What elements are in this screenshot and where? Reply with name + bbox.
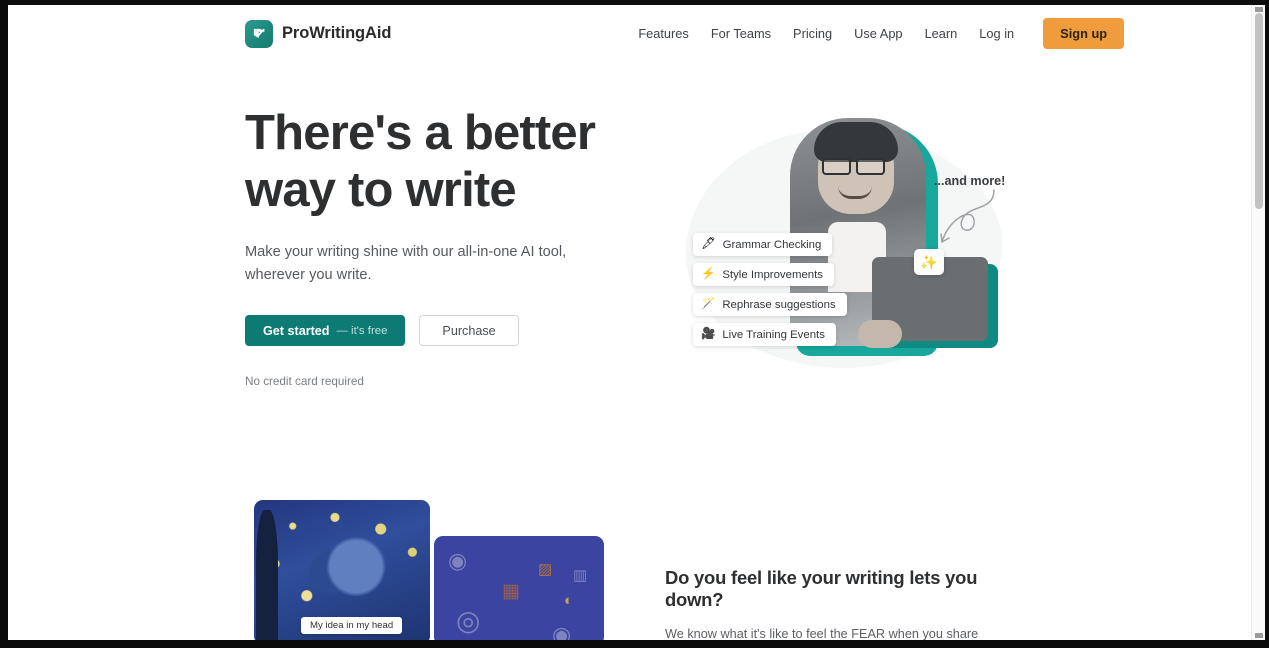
video-camera-icon: 🎥 xyxy=(701,327,716,340)
doodle-shape-icon: ◐ xyxy=(564,592,574,609)
and-more-callout: ...and more! xyxy=(934,174,1006,188)
hero-illustration: ✨ ...and more! 🖋 Grammar Checking ⚡ Styl… xyxy=(668,102,1028,402)
doodle-shape-icon: ▥ xyxy=(573,567,588,584)
blue-doodle-card: ◉ ▨ ▥ ▦ ◐ ◎ ◉ xyxy=(434,536,604,640)
nav-link-pricing[interactable]: Pricing xyxy=(782,20,843,47)
doodle-spiral-icon: ◎ xyxy=(456,605,481,636)
no-credit-card-note: No credit card required xyxy=(245,375,364,388)
scrollbar-thumb[interactable] xyxy=(1255,13,1263,209)
brand-name: ProWritingAid xyxy=(282,24,392,42)
browser-window-frame: ProWritingAid Features For Teams Pricing… xyxy=(0,0,1269,648)
feature-pill-grammar-checking: 🖋 Grammar Checking xyxy=(693,233,833,256)
magic-wand-icon: 🪄 xyxy=(701,297,716,310)
feature-pill-list: 🖋 Grammar Checking ⚡ Style Improvements … xyxy=(693,233,847,346)
glasses-lens-right xyxy=(856,158,885,175)
illustration-hand xyxy=(858,320,902,348)
get-started-button[interactable]: Get started — it's free xyxy=(245,315,406,346)
lower-section-body: We know what it's like to feel the FEAR … xyxy=(665,627,979,640)
doodle-spiral-icon: ◉ xyxy=(448,548,468,573)
vertical-scrollbar[interactable] xyxy=(1251,5,1265,640)
illustration-hair xyxy=(814,122,898,162)
nav-link-use-app[interactable]: Use App xyxy=(843,20,913,47)
lightning-bolt-icon: ⚡ xyxy=(701,267,716,280)
hero-title: There's a better way to write xyxy=(245,106,596,217)
curved-arrow-icon xyxy=(940,189,995,243)
nav-link-learn[interactable]: Learn xyxy=(914,20,969,47)
doodle-spiral-icon: ◉ xyxy=(552,622,572,640)
doodle-shape-icon: ▨ xyxy=(538,561,553,578)
feature-pill-style-improvements: ⚡ Style Improvements xyxy=(693,263,834,286)
nav-link-features[interactable]: Features xyxy=(627,20,700,47)
feature-pill-label: Grammar Checking xyxy=(722,238,822,251)
sign-up-button[interactable]: Sign up xyxy=(1043,18,1125,49)
writing-lets-you-down-section: ◉ ▨ ▥ ▦ ◐ ◎ ◉ My idea in my head Do you … xyxy=(8,442,1247,640)
feature-pill-rephrase-suggestions: 🪄 Rephrase suggestions xyxy=(693,293,847,316)
get-started-note: — it's free xyxy=(336,324,388,337)
page-content: ProWritingAid Features For Teams Pricing… xyxy=(8,5,1261,640)
glasses-icon xyxy=(822,158,890,175)
main-navigation: Features For Teams Pricing Use App Learn… xyxy=(627,18,1125,49)
feature-pill-label: Style Improvements xyxy=(722,268,823,281)
idea-in-my-head-label: My idea in my head xyxy=(301,617,403,634)
window-bottom-edge xyxy=(0,640,1269,648)
window-right-edge xyxy=(1265,0,1269,648)
lower-section-title: Do you feel like your writing lets you d… xyxy=(665,567,978,610)
hero-cta-row: Get started — it's free Purchase xyxy=(245,315,625,346)
brand-logo[interactable]: ProWritingAid xyxy=(245,19,392,48)
feature-pill-label: Live Training Events xyxy=(722,328,825,341)
nav-link-log-in[interactable]: Log in xyxy=(968,20,1025,47)
hero-copy: There's a better way to write Make your … xyxy=(245,105,625,388)
purchase-button[interactable]: Purchase xyxy=(419,315,519,346)
get-started-label: Get started xyxy=(263,323,330,338)
hero-subtitle: Make your writing shine with our all-in-… xyxy=(245,244,567,283)
window-left-edge xyxy=(0,0,8,648)
scroll-up-arrow-icon[interactable] xyxy=(1255,7,1263,12)
glasses-lens-left xyxy=(822,158,851,175)
feature-pill-label: Rephrase suggestions xyxy=(722,298,836,311)
feather-pen-icon: 🖋 xyxy=(701,237,716,250)
cypress-tree xyxy=(256,510,278,640)
feature-pill-live-training-events: 🎥 Live Training Events xyxy=(693,323,836,346)
scroll-down-arrow-icon[interactable] xyxy=(1255,633,1263,638)
site-header: ProWritingAid Features For Teams Pricing… xyxy=(8,5,1247,62)
prowritingaid-logo-icon xyxy=(245,19,273,48)
nav-link-for-teams[interactable]: For Teams xyxy=(700,20,782,47)
lower-copy: Do you feel like your writing lets you d… xyxy=(665,567,1015,640)
starry-night-illustration: ◉ ▨ ▥ ▦ ◐ ◎ ◉ My idea in my head xyxy=(254,500,604,640)
doodle-shape-icon: ▦ xyxy=(502,581,520,602)
